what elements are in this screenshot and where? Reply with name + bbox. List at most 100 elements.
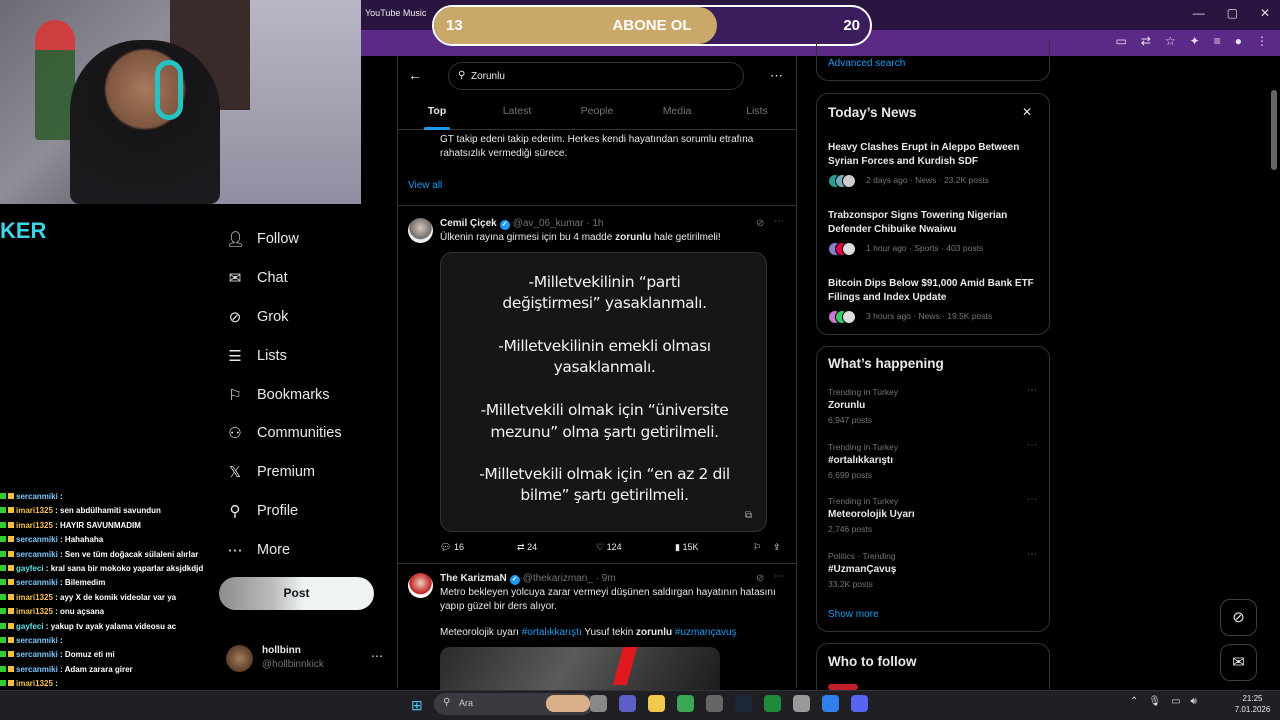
volume-icon[interactable]: 🔊︎ (1191, 696, 1197, 707)
avatar[interactable] (408, 218, 433, 243)
tweet-author[interactable]: The KarizmaN ✓ @thekarizman_ · 9m (440, 573, 616, 585)
messages-icon[interactable]: ✉ (1220, 644, 1257, 681)
grok-icon[interactable]: ⊘ (756, 218, 764, 229)
grok-icon[interactable]: ⊘ (1220, 599, 1257, 636)
browser-menu-icon[interactable]: ⋮ (1256, 34, 1268, 48)
sidebar-item-more[interactable]: ⋯ More (226, 530, 342, 569)
tab-latest[interactable]: Latest (477, 96, 557, 129)
app-icon[interactable] (822, 695, 839, 712)
show-more-link[interactable]: Show more (828, 609, 879, 620)
app-icon[interactable] (793, 695, 810, 712)
tweet-author[interactable]: Cemil Çiçek ✓ @av_06_kumar · 1h (440, 218, 603, 230)
sidebar-item-grok[interactable]: ⊘ Grok (226, 298, 342, 337)
trend-more-icon[interactable]: ⋯ (1027, 385, 1037, 396)
views-button[interactable]: ▮ 15K (675, 542, 698, 553)
taskbar-search-input[interactable]: ⚲ Ara (434, 693, 594, 715)
sidebar-item-communities[interactable]: ⚇ Communities (226, 414, 341, 453)
tweet-more-icon[interactable]: ⋯ (774, 216, 784, 227)
repost-button[interactable]: ⇄ 24 (517, 542, 537, 553)
chat-username[interactable]: imari1325 (16, 607, 53, 616)
grok-icon[interactable]: ⊘ (756, 573, 764, 584)
chat-username[interactable]: sercanmiki (16, 492, 58, 501)
maximize-button[interactable]: ▢ (1227, 6, 1238, 20)
sidebar-item-lists[interactable]: ☰ Lists (226, 336, 342, 375)
chat-username[interactable]: gayfeci (16, 622, 44, 631)
avatar[interactable] (408, 573, 433, 598)
tab-top[interactable]: Top (397, 96, 477, 130)
browser-tab-youtube-music[interactable]: YouTube Music (365, 8, 426, 18)
chat-username[interactable]: sercanmiki (16, 650, 58, 659)
tab-lists[interactable]: Lists (717, 96, 797, 129)
sidebar-item-chat[interactable]: ✉ Chat (226, 259, 342, 298)
network-icon[interactable]: ▭ (1171, 696, 1180, 707)
chat-username[interactable]: sercanmiki (16, 535, 58, 544)
tweet-video-thumbnail[interactable] (440, 647, 720, 692)
tab-media[interactable]: Media (637, 96, 717, 129)
chat-username[interactable]: imari1325 (16, 521, 53, 530)
more-dots-icon[interactable]: ⋯ (371, 649, 383, 663)
sidebar-item-bookmarks[interactable]: ⚐ Bookmarks (226, 375, 342, 414)
hashtag-link[interactable]: #uzmançavuş (672, 627, 737, 638)
scrollbar[interactable] (1271, 90, 1277, 170)
chat-username[interactable]: imari1325 (16, 593, 53, 602)
chat-username[interactable]: imari1325 (16, 506, 53, 515)
post-button[interactable]: Post (219, 577, 374, 610)
lists-icon: ☰ (228, 347, 242, 365)
trend-more-icon[interactable]: ⋯ (1027, 549, 1037, 560)
search-input[interactable]: ⚲ Zorunlu (448, 62, 744, 90)
minimize-button[interactable]: — (1193, 6, 1205, 20)
close-icon[interactable]: ✕ (1022, 105, 1032, 119)
trend-more-icon[interactable]: ⋯ (1027, 494, 1037, 505)
sidebar-item-profile[interactable]: ⚲ Profile (226, 492, 342, 531)
store-icon[interactable] (706, 695, 723, 712)
view-all-link[interactable]: View all (408, 180, 442, 191)
chat-username[interactable]: gayfeci (16, 564, 44, 573)
discord-icon[interactable] (851, 695, 868, 712)
teams-icon[interactable] (619, 695, 636, 712)
translate-icon[interactable]: ⇄ (1141, 34, 1151, 48)
news-item-title[interactable]: Bitcoin Dips Below $91,000 Amid Bank ETF… (828, 277, 1043, 304)
hashtag-link[interactable]: #ortalıkkarıştı (522, 627, 582, 638)
profile-avatar-icon[interactable]: ● (1235, 34, 1242, 48)
share-icon[interactable]: ⇪ (773, 542, 781, 553)
trend-post-count: 33.2K posts (828, 579, 873, 589)
back-arrow-icon[interactable]: ← (408, 67, 422, 83)
cast-icon[interactable]: ▭ (1116, 34, 1127, 48)
chevron-up-icon[interactable]: ⌃ (1130, 696, 1138, 707)
news-item-title[interactable]: Trabzonspor Signs Towering Nigerian Defe… (828, 209, 1043, 236)
chat-username[interactable]: sercanmiki (16, 550, 58, 559)
close-window-button[interactable]: ✕ (1260, 6, 1270, 20)
news-avatars (828, 242, 860, 256)
sidebar-item-follow[interactable]: 👤︎ Follow (226, 220, 342, 259)
chat-username[interactable]: imari1325 (16, 679, 53, 688)
reply-button[interactable]: 💬︎ 16 (440, 542, 464, 553)
tab-people[interactable]: People (557, 96, 637, 129)
microphone-icon[interactable]: 🎙︎ (1148, 696, 1161, 707)
reply-icon: 💬︎ (440, 542, 452, 552)
account-switcher[interactable]: hollbinn @hollbinnkick ⋯ (226, 643, 386, 675)
news-item-title[interactable]: Heavy Clashes Erupt in Aleppo Between Sy… (828, 141, 1043, 168)
chat-username[interactable]: sercanmiki (16, 578, 58, 587)
webcam-feed (0, 0, 361, 204)
bookmark-star-icon[interactable]: ☆ (1165, 34, 1176, 48)
chat-username[interactable]: sercanmiki (16, 665, 58, 674)
chrome-icon[interactable] (677, 695, 694, 712)
like-button[interactable]: ♡ 124 (596, 542, 622, 553)
sidebar-item-premium[interactable]: 𝕏 Premium (226, 453, 342, 492)
advanced-search-link[interactable]: Advanced search (828, 58, 905, 69)
file-explorer-icon[interactable] (648, 695, 665, 712)
media-control-icon[interactable]: ≡ (1214, 34, 1221, 48)
steam-icon[interactable] (735, 695, 752, 712)
chat-username[interactable]: sercanmiki (16, 636, 58, 645)
trend-more-icon[interactable]: ⋯ (1027, 440, 1037, 451)
image-edit-icon[interactable]: ⧉ (745, 510, 752, 521)
app-icon[interactable] (764, 695, 781, 712)
windows-start-icon[interactable]: ⊞ (411, 697, 423, 714)
tweet-image[interactable]: -Milletvekilinin “parti değiştirmesi” yas… (440, 252, 767, 532)
taskview-icon[interactable] (590, 695, 607, 712)
taskbar-clock[interactable]: 21:25 7.01.2026 (1230, 693, 1275, 715)
tweet-more-icon[interactable]: ⋯ (774, 571, 784, 582)
search-more-icon[interactable]: ⋯ (770, 68, 783, 84)
bookmark-icon[interactable]: ⚐ (753, 542, 761, 553)
extensions-icon[interactable]: ✦ (1190, 34, 1200, 48)
